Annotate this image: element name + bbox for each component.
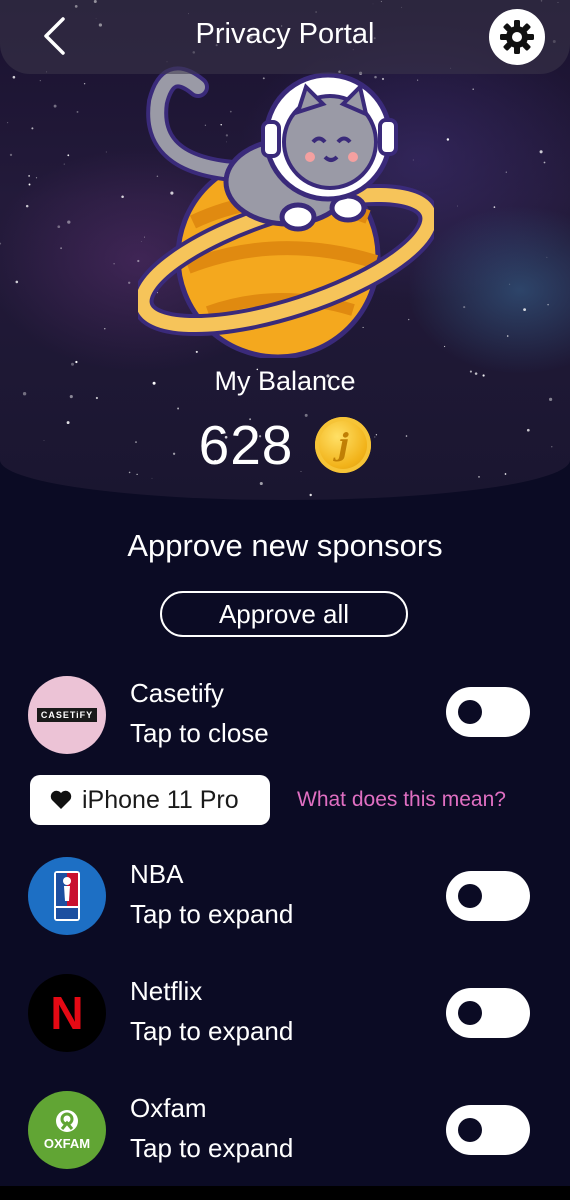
star bbox=[75, 360, 78, 364]
star bbox=[457, 205, 458, 207]
star bbox=[539, 150, 543, 154]
star bbox=[63, 163, 65, 165]
sponsor-subtitle[interactable]: Tap to expand bbox=[130, 899, 293, 930]
device-chip-label: iPhone 11 Pro bbox=[82, 785, 239, 814]
star bbox=[95, 396, 98, 400]
star bbox=[39, 80, 41, 82]
star bbox=[57, 225, 61, 229]
device-chip[interactable]: iPhone 11 Pro bbox=[30, 775, 270, 825]
sponsor-name: Netflix bbox=[130, 976, 203, 1006]
star bbox=[15, 280, 19, 284]
toggle-knob bbox=[458, 1118, 482, 1142]
sponsor-subtitle[interactable]: Tap to close bbox=[130, 718, 269, 749]
section-title: Approve new sponsors bbox=[127, 528, 443, 563]
star bbox=[509, 283, 511, 285]
balance-row: 628 j bbox=[0, 412, 570, 478]
balance-label: My Balance bbox=[214, 366, 356, 396]
approve-all-button[interactable]: Approve all bbox=[160, 591, 408, 637]
star bbox=[53, 104, 57, 108]
star bbox=[76, 110, 79, 113]
star bbox=[493, 206, 496, 208]
sponsor-row-casetify[interactable]: CASETiFY Casetify Tap to close bbox=[0, 676, 570, 766]
star bbox=[113, 263, 115, 265]
star bbox=[67, 154, 70, 157]
sponsor-row-oxfam[interactable]: OXFAM Oxfam Tap to expand bbox=[0, 1091, 570, 1181]
sponsor-name: NBA bbox=[130, 859, 184, 889]
star bbox=[523, 308, 527, 312]
star bbox=[12, 75, 16, 79]
star bbox=[83, 83, 86, 85]
sponsor-row-nba[interactable]: NBA Tap to expand bbox=[0, 857, 570, 947]
star bbox=[121, 195, 124, 199]
star bbox=[259, 481, 263, 486]
star bbox=[31, 127, 34, 130]
star bbox=[506, 335, 509, 337]
casetify-logo: CASETiFY bbox=[28, 676, 106, 754]
star bbox=[446, 138, 450, 141]
star bbox=[128, 281, 131, 284]
coin-glyph: j bbox=[337, 427, 349, 463]
top-bar: Privacy Portal bbox=[0, 0, 570, 74]
star bbox=[444, 345, 446, 348]
star bbox=[546, 256, 548, 258]
system-nav-bar bbox=[0, 1186, 570, 1200]
sponsor-name: Oxfam bbox=[130, 1093, 207, 1123]
sponsor-row-netflix[interactable]: N Netflix Tap to expand bbox=[0, 974, 570, 1064]
heart-icon bbox=[50, 790, 72, 809]
star bbox=[105, 151, 107, 153]
star bbox=[556, 491, 558, 493]
oxfam-logo-text: OXFAM bbox=[43, 1136, 91, 1151]
star bbox=[28, 175, 30, 177]
netflix-logo-text: N bbox=[50, 987, 84, 1039]
sponsor-name: Casetify bbox=[130, 678, 224, 708]
star bbox=[547, 303, 549, 306]
star bbox=[35, 177, 38, 179]
sponsor-toggle-netflix[interactable] bbox=[446, 988, 530, 1038]
sponsor-subtitle[interactable]: Tap to expand bbox=[130, 1016, 293, 1047]
page-title: Privacy Portal bbox=[195, 18, 375, 50]
star bbox=[463, 306, 466, 309]
star bbox=[96, 491, 99, 494]
settings-button[interactable] bbox=[489, 9, 545, 65]
toggle-knob bbox=[458, 884, 482, 908]
star bbox=[28, 183, 31, 186]
coin-icon: j bbox=[315, 417, 372, 473]
star bbox=[0, 488, 4, 491]
netflix-logo: N bbox=[28, 974, 106, 1052]
gear-icon bbox=[500, 20, 534, 54]
star bbox=[543, 161, 546, 164]
toggle-knob bbox=[458, 700, 482, 724]
star bbox=[7, 122, 9, 124]
star bbox=[471, 490, 474, 494]
hero-banner: Privacy Portal My Balance 628 j bbox=[0, 0, 570, 500]
oxfam-logo-mark bbox=[56, 1110, 78, 1132]
star bbox=[67, 220, 71, 224]
nba-logo-mark bbox=[54, 871, 80, 921]
star bbox=[309, 493, 312, 497]
nba-logo bbox=[28, 857, 106, 935]
star bbox=[505, 171, 507, 173]
star bbox=[9, 153, 13, 157]
star bbox=[25, 204, 29, 208]
sponsor-subtitle[interactable]: Tap to expand bbox=[130, 1133, 293, 1164]
star bbox=[104, 328, 106, 330]
casetify-logo-text: CASETiFY bbox=[36, 708, 98, 722]
astronaut-cat-illustration bbox=[138, 66, 434, 358]
star bbox=[549, 397, 553, 401]
balance-value: 628 bbox=[198, 414, 294, 476]
toggle-knob bbox=[458, 1001, 482, 1025]
sponsor-toggle-nba[interactable] bbox=[446, 871, 530, 921]
sponsor-toggle-oxfam[interactable] bbox=[446, 1105, 530, 1155]
star bbox=[472, 88, 474, 90]
what-does-this-mean-link[interactable]: What does this mean? bbox=[297, 788, 506, 812]
star bbox=[167, 498, 169, 500]
star bbox=[60, 247, 62, 250]
oxfam-logo: OXFAM bbox=[28, 1091, 106, 1169]
star bbox=[177, 407, 180, 410]
star bbox=[0, 242, 2, 245]
sponsor-toggle-casetify[interactable] bbox=[446, 687, 530, 737]
